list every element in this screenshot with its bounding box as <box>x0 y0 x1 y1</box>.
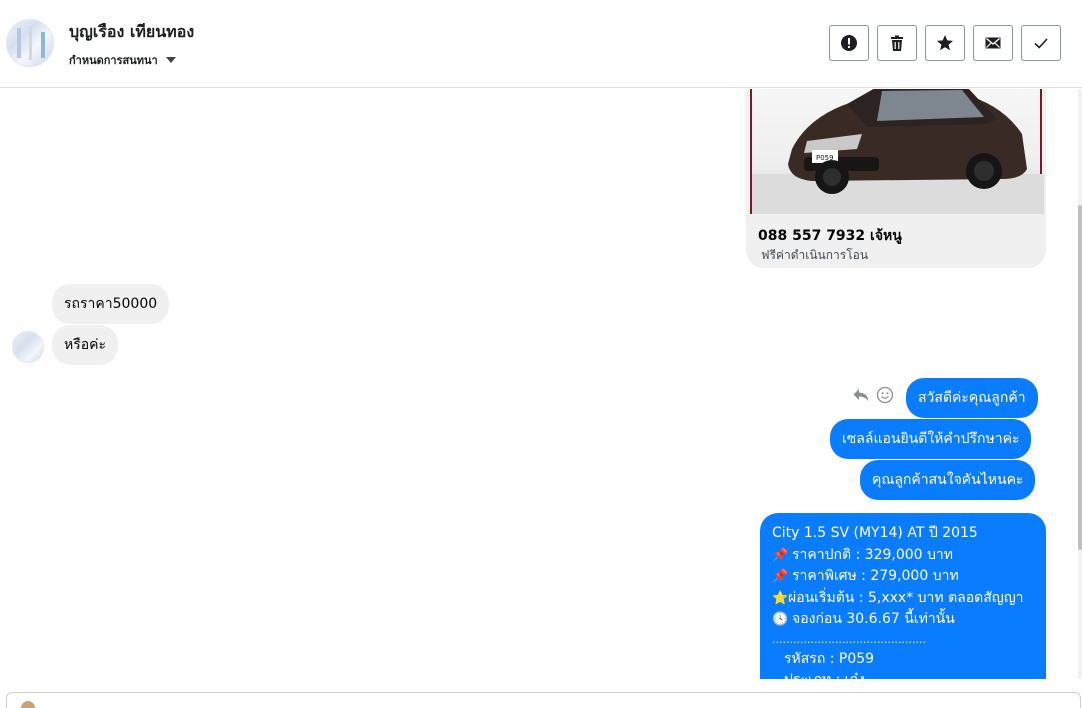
mark-unread-button[interactable] <box>973 25 1013 61</box>
star-icon <box>937 35 953 51</box>
pushpin-icon: 📌 <box>772 569 789 584</box>
incoming-message[interactable]: หรือค่ะ <box>52 325 119 365</box>
outgoing-message[interactable]: คุณลูกค้าสนใจคันไหนคะ <box>860 460 1036 500</box>
outgoing-car-details-message[interactable]: City 1.5 SV (MY14) AT ปี 2015 📌 ราคาปกติ… <box>760 513 1046 679</box>
done-button[interactable] <box>1021 25 1061 61</box>
conversation-header: บุญเรือง เทียนทอง กำหนดการสนทนา <box>0 0 1082 88</box>
check-icon <box>1034 38 1048 49</box>
header-actions <box>829 25 1061 61</box>
mail-icon <box>985 37 1001 49</box>
alert-icon <box>841 35 857 51</box>
contact-avatar-small[interactable] <box>12 331 44 363</box>
installment-info: ผ่อนเริ่มต้น : 5,xxx* บาท ตลอดสัญญา <box>788 589 1024 606</box>
normal-price: ราคาปกติ : 329,000 บาท <box>792 546 953 563</box>
message-tools <box>852 386 894 404</box>
pushpin-icon: 📌 <box>772 547 789 563</box>
car-model-title: City 1.5 SV (MY14) AT ปี 2015 <box>772 525 978 541</box>
car-code: รหัสรถ : P059 <box>784 650 875 667</box>
scrollbar-thumb[interactable] <box>1078 205 1082 550</box>
outgoing-message[interactable]: เซลล์แอนยินดีให้คำปรึกษาค่ะ <box>830 419 1032 459</box>
contact-name[interactable]: บุญเรือง เทียนทอง <box>69 20 194 45</box>
booking-deadline: จองก่อน 30.6.67 นี้เท่านั้น <box>792 611 955 627</box>
conversation-options-dropdown[interactable]: กำหนดการสนทนา <box>69 51 176 69</box>
delete-button[interactable] <box>877 25 917 61</box>
trash-icon <box>891 35 903 51</box>
divider-dots: ........................................… <box>772 632 926 646</box>
card-subtitle: ฟรีค่าดำเนินการโอน <box>761 248 869 262</box>
message-thread[interactable]: P059 088 557 7932 เจ้หนู ฟรีค่าดำเนินการ… <box>0 89 1078 679</box>
star-button[interactable] <box>925 25 965 61</box>
clock-icon: 🕓 <box>772 612 789 627</box>
conversation-subtitle: กำหนดการสนทนา <box>69 54 158 67</box>
incoming-message[interactable]: รถราคา50000 <box>52 284 170 324</box>
star-emoji-icon: ⭐ <box>772 590 789 606</box>
user-avatar <box>21 701 35 708</box>
car-image-icon: P059 <box>752 89 1044 214</box>
report-button[interactable] <box>829 25 869 61</box>
car-type: ประเภท : เก๋ง <box>772 670 1034 679</box>
reply-icon[interactable] <box>852 386 870 404</box>
emoji-reaction-icon[interactable] <box>876 386 894 404</box>
message-composer[interactable] <box>6 692 1081 708</box>
car-listing-card[interactable]: P059 088 557 7932 เจ้หนู ฟรีค่าดำเนินการ… <box>746 89 1046 268</box>
card-phone-title: 088 557 7932 เจ้หนู <box>758 228 902 244</box>
outgoing-message[interactable]: สวัสดีค่ะคุณลูกค้า <box>906 378 1038 418</box>
chevron-down-icon <box>165 57 176 63</box>
contact-avatar[interactable] <box>6 19 54 67</box>
car-photo: P059 <box>750 89 1044 214</box>
special-price: ราคาพิเศษ : 279,000 บาท <box>792 568 959 584</box>
